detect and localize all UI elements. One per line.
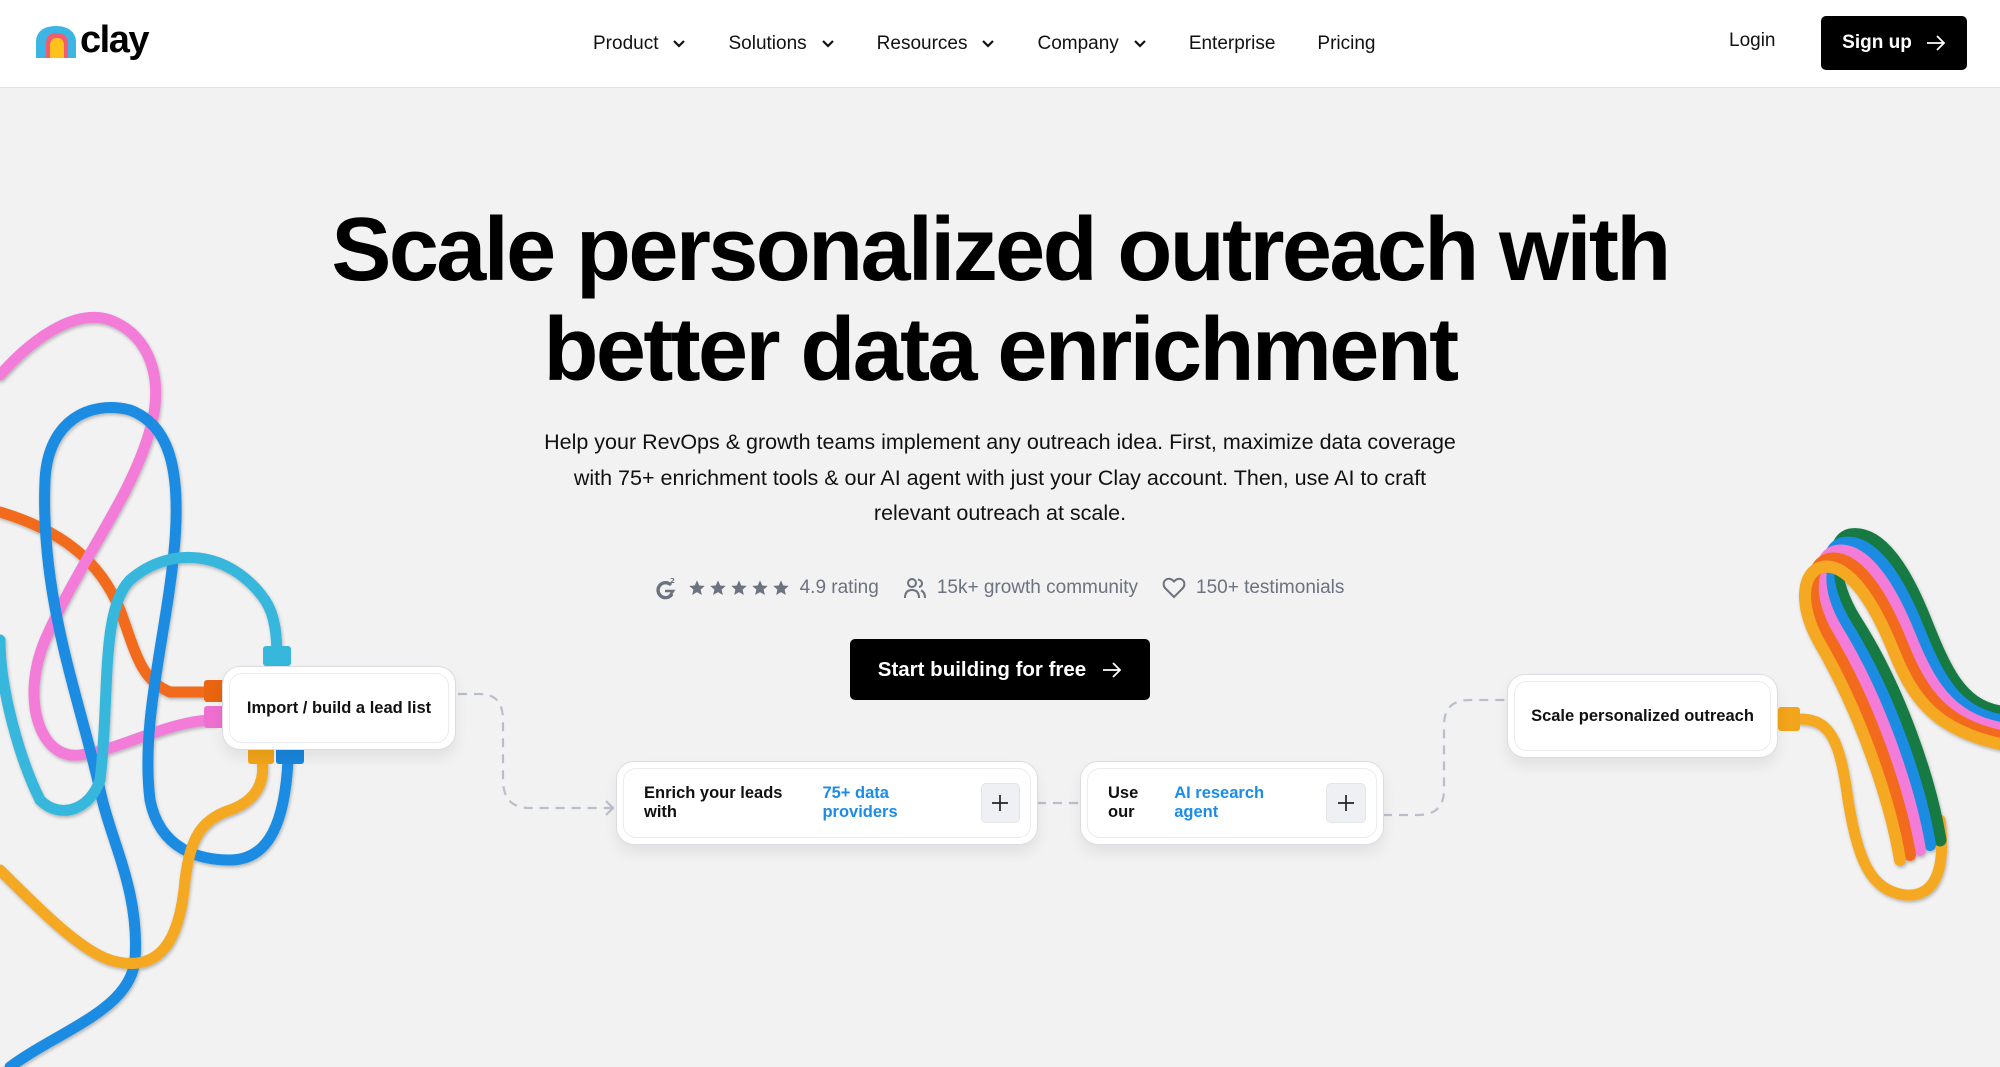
star-icon [772, 580, 789, 596]
arrow-right-icon [1926, 35, 1946, 51]
users-icon [903, 578, 926, 599]
hero-subtitle-line-3: relevant outreach at scale. [873, 501, 1127, 525]
start-building-button[interactable]: Start building for free [850, 639, 1150, 700]
rating-label: 4.9 rating [799, 577, 879, 598]
chevron-down-icon [673, 40, 686, 48]
connector-1-2 [458, 692, 612, 810]
star-icon [751, 580, 768, 596]
ribbon-orange [1806, 552, 2000, 861]
connector-3-4 [1383, 698, 1508, 817]
rating-stat: 2 4.9 rating [655, 576, 879, 600]
step-label: Use our [1108, 784, 1139, 821]
social-proof-stats: 2 4.9 rating 15k+ growth community 150+ … [0, 576, 2000, 600]
chevron-down-icon [982, 40, 995, 48]
star-icon [709, 580, 726, 596]
nav-label: Resources [876, 33, 968, 54]
ribbon-yellow [1799, 560, 2000, 866]
g2-icon: 2 [655, 577, 676, 600]
nav-item-product[interactable]: Product [593, 33, 686, 55]
plus-icon [992, 795, 1009, 811]
svg-text:2: 2 [670, 577, 675, 585]
clay-logo[interactable]: clay [34, 19, 149, 62]
plug-yellow-right [1778, 707, 1800, 731]
nav-label: Company [1037, 33, 1119, 54]
cable-yellow [0, 754, 269, 969]
brand-name: clay [80, 19, 149, 61]
add-enrichment-button[interactable] [980, 783, 1020, 823]
chevron-down-icon [1134, 40, 1146, 48]
connector-arrowhead [605, 800, 615, 816]
ribbon-yellow-out [1794, 713, 1948, 901]
plug-blue [276, 748, 304, 764]
step-label: Import / build a lead list [246, 698, 432, 717]
login-link[interactable]: Login [1729, 30, 1776, 52]
hero-headline-line-2: better data enrichment [543, 300, 1459, 400]
plug-teal [263, 646, 291, 666]
community-label: 15k+ growth community [936, 577, 1138, 598]
testimonials-stat: 150+ testimonials [1162, 577, 1344, 599]
signup-button[interactable]: Sign up [1821, 16, 1967, 70]
hero-headline-line-1: Scale personalized outreach with [331, 200, 1671, 300]
workflow-step-enrich[interactable]: Enrich your leads with 75+ data provider… [616, 761, 1038, 845]
decorative-cables-illustration [0, 311, 2000, 1067]
rating-stars [688, 579, 790, 597]
main-nav: Product Solutions Resources Company Ente… [593, 0, 1418, 88]
workflow-step-scale-outreach[interactable]: Scale personalized outreach [1507, 674, 1778, 758]
nav-label: Solutions [728, 33, 807, 54]
chevron-down-icon [821, 40, 834, 48]
nav-label: Enterprise [1188, 33, 1276, 54]
star-icon [730, 580, 747, 596]
heart-icon [1162, 577, 1186, 599]
workflow-step-ai-agent[interactable]: Use our AI research agent [1080, 761, 1384, 845]
nav-label: Product [593, 33, 659, 54]
plug-yellow [248, 748, 274, 764]
nav-item-solutions[interactable]: Solutions [728, 33, 834, 55]
workflow-step-import[interactable]: Import / build a lead list [222, 666, 456, 750]
data-providers-link[interactable]: 75+ data providers [822, 784, 966, 822]
nav-label: Pricing [1317, 33, 1376, 54]
nav-item-company[interactable]: Company [1037, 33, 1146, 55]
signup-label: Sign up [1842, 32, 1912, 53]
top-navigation-bar: clay Product Solutions Resources Company… [0, 0, 2000, 88]
clay-logo-icon [36, 26, 76, 58]
testimonials-label: 150+ testimonials [1196, 577, 1345, 598]
nav-item-pricing[interactable]: Pricing [1317, 33, 1375, 55]
nav-item-resources[interactable]: Resources [877, 33, 996, 55]
cable-orange [0, 506, 220, 698]
plus-icon [1338, 795, 1355, 811]
community-stat: 15k+ growth community [903, 577, 1138, 599]
hero-subtitle-line-2: with 75+ enrichment tools & our AI agent… [573, 465, 1427, 490]
nav-item-enterprise[interactable]: Enterprise [1189, 33, 1276, 55]
arrow-right-icon [1103, 661, 1122, 678]
add-ai-agent-button[interactable] [1326, 783, 1367, 823]
cta-label: Start building for free [877, 657, 1087, 681]
star-icon [688, 580, 705, 596]
hero-subtitle: Help your RevOps & growth teams implemen… [500, 425, 1500, 532]
hero-subtitle-line-1: Help your RevOps & growth teams implemen… [544, 430, 1456, 454]
step-label: Enrich your leads with [644, 784, 783, 821]
ai-research-agent-link[interactable]: AI research agent [1174, 784, 1312, 822]
hero-headline: Scale personalized outreach with better … [0, 200, 2000, 400]
step-label: Scale personalized outreach [1531, 706, 1754, 725]
